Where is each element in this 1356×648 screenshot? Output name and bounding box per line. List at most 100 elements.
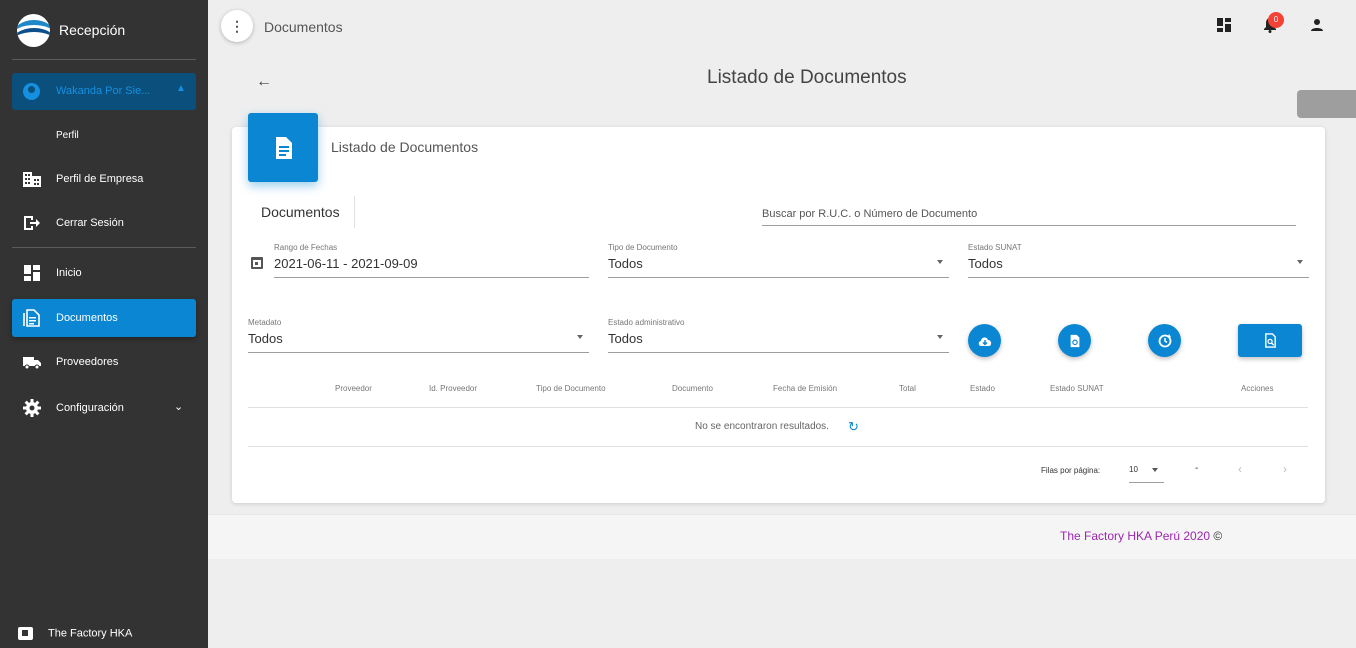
metadata-select[interactable]: Metadato Todos	[248, 318, 589, 353]
dropdown-arrow-icon	[1297, 260, 1303, 264]
copyright-symbol: ©	[1213, 529, 1223, 543]
tab-separator	[354, 196, 355, 228]
calendar-icon[interactable]	[251, 257, 263, 269]
doc-type-select[interactable]: Tipo de Documento Todos	[608, 243, 949, 278]
brand-logo-icon	[17, 14, 50, 47]
rows-per-page-select[interactable]: 10	[1129, 459, 1164, 483]
back-arrow-icon[interactable]: ←	[256, 73, 272, 91]
more-menu-button[interactable]: ⋮	[221, 10, 253, 42]
footer-text[interactable]: The Factory HKA Perú 2020 ©	[1060, 529, 1222, 543]
chevron-up-icon: ▲	[176, 83, 186, 94]
admin-status-select[interactable]: Estado administrativo Todos	[608, 318, 949, 353]
previous-page-button[interactable]: ‹	[1238, 462, 1242, 476]
sidebar-item-label: Perfil de Empresa	[56, 173, 144, 185]
refresh-button[interactable]	[1148, 324, 1181, 357]
more-vert-icon: ⋮	[230, 18, 244, 34]
tab-documentos[interactable]: Documentos	[261, 204, 340, 220]
search-input[interactable]	[762, 203, 1296, 226]
cloud-download-button[interactable]	[968, 324, 1001, 357]
page-footer: The Factory HKA Perú 2020 ©	[208, 514, 1356, 559]
business-icon	[23, 172, 41, 187]
sidebar-item-inicio[interactable]: Inicio	[12, 254, 196, 292]
dashboard-icon[interactable]	[1216, 17, 1232, 33]
find-in-page-icon	[1264, 333, 1276, 348]
field-label: Estado SUNAT	[968, 243, 1022, 252]
brand-title: Recepción	[59, 22, 126, 38]
brand[interactable]: Recepción	[0, 0, 208, 60]
sidebar-divider	[12, 247, 196, 248]
table-divider	[248, 407, 1308, 408]
logout-icon	[24, 216, 40, 230]
sidebar: Recepción Wakanda Por Sie... ▲ Perfil Pe…	[0, 0, 208, 648]
sidebar-item-label: Inicio	[56, 267, 82, 279]
page-title: Listado de Documentos	[707, 67, 907, 88]
table-header-tipo-documento[interactable]: Tipo de Documento	[536, 384, 606, 393]
dropdown-arrow-icon	[937, 335, 943, 339]
topbar-title: Documentos	[264, 19, 343, 35]
table-header-id-proveedor[interactable]: Id. Proveedor	[429, 384, 477, 393]
date-range-field[interactable]: Rango de Fechas 2021-06-11 - 2021-09-09	[274, 243, 589, 278]
table-header-documento[interactable]: Documento	[672, 384, 713, 393]
cloud-download-icon	[978, 336, 991, 346]
sidebar-item-documentos[interactable]: Documentos	[12, 299, 196, 337]
home-icon	[18, 627, 33, 640]
pagination-range: -	[1195, 463, 1199, 474]
table-header-acciones: Acciones	[1241, 384, 1274, 393]
field-label: Tipo de Documento	[608, 243, 678, 252]
gear-icon	[23, 399, 41, 417]
sidebar-footer-brand[interactable]: The Factory HKA	[18, 627, 132, 640]
table-header-estado-sunat[interactable]: Estado SUNAT	[1050, 384, 1104, 393]
sidebar-item-cerrar-sesion[interactable]: Cerrar Sesión	[12, 204, 196, 242]
sidebar-item-perfil[interactable]: Perfil	[56, 130, 79, 141]
empty-results-message: No se encontraron resultados.	[695, 421, 829, 432]
sidebar-user-menu[interactable]: Wakanda Por Sie... ▲	[12, 73, 196, 110]
field-label: Metadato	[248, 318, 282, 327]
person-icon[interactable]	[1309, 17, 1325, 33]
field-value: Todos	[608, 331, 643, 346]
sidebar-footer-label: The Factory HKA	[48, 627, 133, 640]
document-icon	[23, 309, 40, 327]
table-header-estado[interactable]: Estado	[970, 384, 995, 393]
table-header-fecha-emision[interactable]: Fecha de Emisión	[773, 384, 837, 393]
notification-badge: 0	[1268, 12, 1284, 28]
account-circle-icon	[23, 83, 40, 100]
sidebar-item-label: Documentos	[56, 312, 118, 324]
sunat-status-select[interactable]: Estado SUNAT Todos	[968, 243, 1309, 278]
sidebar-item-label: Configuración	[56, 402, 124, 414]
dashboard-icon	[24, 265, 40, 281]
refresh-icon[interactable]: ↻	[848, 420, 859, 433]
field-value: 2021-06-11 - 2021-09-09	[274, 256, 418, 271]
dropdown-arrow-icon	[937, 260, 943, 264]
next-page-button[interactable]: ›	[1283, 462, 1287, 476]
sidebar-divider	[12, 59, 196, 60]
footer-brand-text: The Factory HKA Perú 2020	[1060, 529, 1211, 543]
sidebar-item-label: Proveedores	[56, 356, 119, 368]
field-value: Todos	[248, 331, 283, 346]
truck-icon	[23, 357, 41, 370]
sidebar-item-label: Cerrar Sesión	[56, 217, 124, 229]
update-icon	[1158, 333, 1171, 347]
dropdown-arrow-icon	[1152, 468, 1158, 472]
chevron-down-icon: ⌄	[174, 401, 184, 413]
field-value: Todos	[968, 256, 1003, 271]
side-panel-tab[interactable]	[1297, 90, 1356, 118]
table-header-total[interactable]: Total	[899, 384, 916, 393]
sidebar-item-configuracion[interactable]: Configuración ⌄	[12, 389, 196, 427]
card-title: Listado de Documentos	[331, 139, 479, 155]
sidebar-item-perfil-empresa[interactable]: Perfil de Empresa	[12, 160, 196, 198]
rows-per-page-value: 10	[1129, 465, 1138, 474]
table-divider	[248, 446, 1308, 447]
dropdown-arrow-icon	[577, 335, 583, 339]
document-export-button[interactable]	[1058, 324, 1091, 357]
field-value: Todos	[608, 256, 643, 271]
field-label: Estado administrativo	[608, 318, 685, 327]
user-name: Wakanda Por Sie...	[56, 85, 151, 97]
table-header-proveedor[interactable]: Proveedor	[335, 384, 372, 393]
file-sync-icon	[1070, 334, 1079, 347]
field-label: Rango de Fechas	[274, 243, 338, 252]
search-document-button[interactable]	[1238, 324, 1302, 357]
card-header-icon	[248, 113, 318, 182]
rows-per-page-label: Filas por página:	[1041, 466, 1101, 475]
description-icon	[276, 137, 292, 159]
sidebar-item-proveedores[interactable]: Proveedores	[12, 343, 196, 381]
